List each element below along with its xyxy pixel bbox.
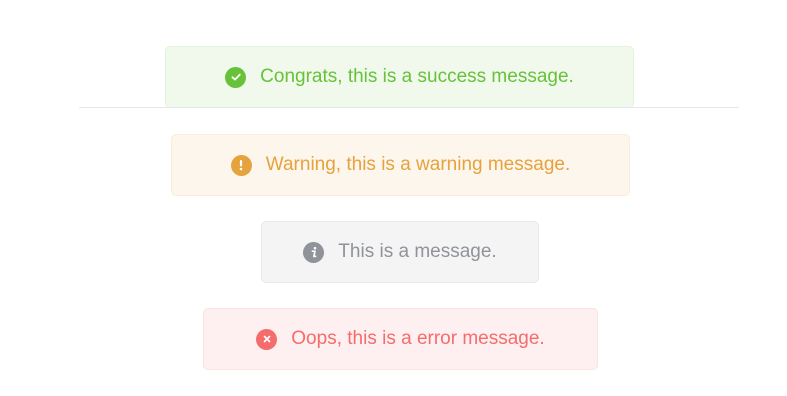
info-message: This is a message. [261,221,539,283]
warning-circle-icon [230,154,252,176]
success-message-text: Congrats, this is a success message. [260,66,574,87]
close-circle-icon [256,328,278,350]
error-message: Oops, this is a error message. [203,308,598,370]
warning-message: Warning, this is a warning message. [171,134,630,196]
check-circle-icon [225,66,247,88]
divider [79,107,739,108]
success-message: Congrats, this is a success message. [165,46,634,108]
info-message-text: This is a message. [338,241,497,262]
warning-message-text: Warning, this is a warning message. [265,154,571,175]
info-circle-icon [303,241,325,263]
error-message-text: Oops, this is a error message. [291,328,545,349]
